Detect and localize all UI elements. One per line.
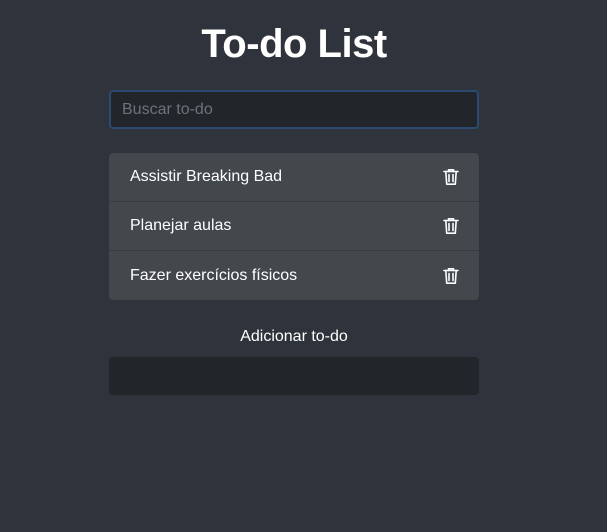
trash-icon[interactable] [443, 217, 459, 235]
todo-item-label: Planejar aulas [130, 217, 232, 234]
add-todo-label: Adicionar to-do [240, 328, 348, 345]
trash-icon[interactable] [443, 168, 459, 186]
search-input[interactable] [109, 90, 479, 129]
todo-item-label: Assistir Breaking Bad [130, 168, 283, 185]
todo-item: Assistir Breaking Bad [109, 153, 479, 202]
todo-item: Fazer exercícios físicos [109, 251, 479, 300]
todo-list: Assistir Breaking Bad Planejar aulas Faz… [109, 153, 479, 300]
add-todo-input[interactable] [109, 357, 479, 395]
todo-item-label: Fazer exercícios físicos [130, 266, 298, 284]
page-title: To-do List [201, 22, 387, 66]
todo-item: Planejar aulas [109, 202, 479, 251]
trash-icon[interactable] [443, 267, 459, 285]
